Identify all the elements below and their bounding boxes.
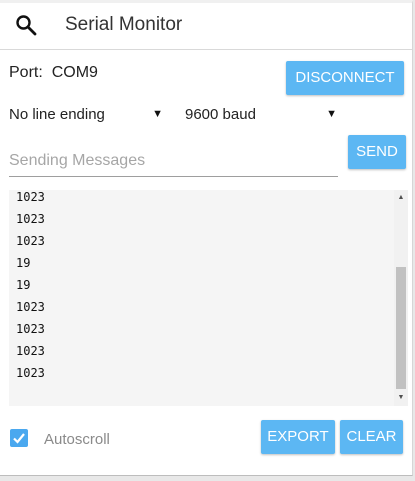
export-button[interactable]: EXPORT [261,420,335,454]
page-title: Serial Monitor [65,14,183,35]
line-ending-select[interactable]: No line ending ▼ [9,105,163,127]
output-line: 1023 [16,322,45,336]
output-scrollbar[interactable]: ▲ ▼ [394,190,408,406]
caret-down-icon: ▼ [326,108,337,120]
port-label: Port: [9,64,43,81]
disconnect-button[interactable]: DISCONNECT [286,61,404,95]
header-bar: Serial Monitor [0,3,412,50]
message-input[interactable] [9,146,338,177]
output-line: 1023 [16,212,45,226]
output-line: 1023 [16,300,45,314]
serial-monitor-panel: Serial Monitor Port: COM9 DISCONNECT No … [0,0,413,476]
line-ending-value: No line ending [9,106,105,123]
output-line: 19 [16,256,31,270]
serial-output[interactable]: 1023 1023 1023 19 19 1023 1023 1023 1023… [9,190,408,406]
scroll-thumb[interactable] [396,267,406,389]
scroll-down-arrow-icon[interactable]: ▼ [394,391,408,405]
checkmark-icon [13,433,25,444]
output-line: 19 [16,278,31,292]
port-value: COM9 [51,64,98,81]
output-line: 1023 [16,234,45,248]
baud-rate-select[interactable]: 9600 baud ▼ [185,105,337,127]
autoscroll-label: Autoscroll [44,431,110,448]
send-button[interactable]: SEND [348,135,406,169]
search-icon[interactable] [15,14,37,36]
baud-rate-value: 9600 baud [185,106,256,123]
output-line: 1023 [16,344,45,358]
caret-down-icon: ▼ [152,108,163,120]
output-lines: 1023 1023 1023 19 19 1023 1023 1023 1023 [16,190,45,384]
port-info: Port: COM9 [9,64,98,82]
output-line: 1023 [16,366,45,380]
scroll-up-arrow-icon[interactable]: ▲ [394,191,408,205]
output-line: 1023 [16,190,45,204]
clear-button[interactable]: CLEAR [340,420,403,454]
autoscroll-checkbox[interactable] [10,429,28,447]
